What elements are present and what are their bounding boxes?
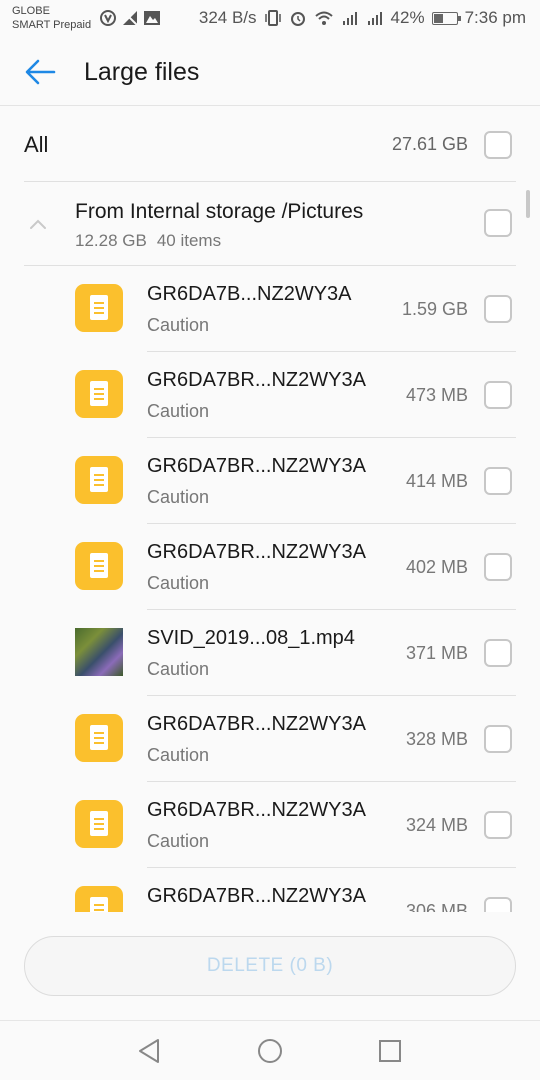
back-button[interactable] <box>20 54 60 90</box>
group-title: From Internal storage /Pictures <box>75 200 364 223</box>
file-label: Caution <box>147 659 210 679</box>
file-name: GR6DA7BR...NZ2WY3A <box>147 885 366 907</box>
network-speed: 324 B/s <box>198 8 257 27</box>
delete-button[interactable]: DELETE (0 B) <box>24 936 516 996</box>
vpn-icon <box>100 10 116 26</box>
file-name: GR6DA7BR...NZ2WY3A <box>147 799 366 821</box>
file-item-1[interactable]: GR6DA7B...NZ2WY3A Caution 1.59 GB <box>0 266 540 352</box>
file-list: GR6DA7B...NZ2WY3A Caution 1.59 GB GR6DA7… <box>0 266 540 912</box>
file-size: 473 MB <box>405 385 468 405</box>
file-size: 1.59 GB <box>401 299 468 319</box>
file-checkbox[interactable] <box>484 381 512 409</box>
select-all-label: All <box>24 132 49 157</box>
status-bar: GLOBE SMART Prepaid 324 B/s 42% 7:36 pm <box>0 0 540 38</box>
group-count: 40 items <box>156 231 222 250</box>
file-item-3[interactable]: GR6DA7BR...NZ2WY3A Caution 414 MB <box>0 438 540 524</box>
file-name: SVID_2019...08_1.mp4 <box>147 627 355 649</box>
battery-percent: 42% <box>390 8 425 27</box>
gallery-icon <box>144 11 160 25</box>
carrier-line-2: SMART Prepaid <box>12 19 92 31</box>
document-icon <box>75 714 123 762</box>
group-checkbox[interactable] <box>484 209 512 237</box>
clock: 7:36 pm <box>464 8 526 27</box>
select-all-row[interactable]: All 27.61 GB <box>0 110 540 180</box>
file-checkbox[interactable] <box>484 897 512 912</box>
file-label: Caution <box>147 831 210 851</box>
vibrate-icon <box>264 10 281 26</box>
nav-home-button[interactable] <box>254 1035 286 1067</box>
document-icon <box>75 800 123 848</box>
notification-icons <box>99 9 161 27</box>
file-name: GR6DA7BR...NZ2WY3A <box>147 455 366 477</box>
scrollbar[interactable] <box>526 190 530 218</box>
file-name: GR6DA7BR...NZ2WY3A <box>147 541 366 563</box>
select-all-checkbox[interactable] <box>484 131 512 159</box>
file-name: GR6DA7B...NZ2WY3A <box>147 283 352 305</box>
battery-icon <box>431 11 461 25</box>
file-size: 324 MB <box>405 815 468 835</box>
file-checkbox[interactable] <box>484 725 512 753</box>
group-meta: 12.28 GB 40 items <box>75 231 221 251</box>
file-label: Caution <box>147 487 210 507</box>
alarm-icon <box>290 12 305 26</box>
file-size: 328 MB <box>405 729 468 749</box>
file-checkbox[interactable] <box>484 811 512 839</box>
document-icon <box>75 456 123 504</box>
file-size: 414 MB <box>405 471 468 491</box>
file-checkbox[interactable] <box>484 553 512 581</box>
total-size: 27.61 GB <box>391 134 468 154</box>
video-thumbnail <box>75 628 123 676</box>
file-label: Caution <box>147 315 210 335</box>
collapse-button[interactable] <box>28 214 48 234</box>
file-size: 371 MB <box>405 643 468 663</box>
document-icon <box>75 886 123 912</box>
file-size: 402 MB <box>405 557 468 577</box>
file-name: GR6DA7BR...NZ2WY3A <box>147 713 366 735</box>
document-icon <box>75 284 123 332</box>
file-item-5[interactable]: SVID_2019...08_1.mp4 Caution 371 MB <box>0 610 540 696</box>
file-checkbox[interactable] <box>484 639 512 667</box>
carrier-line-1: GLOBE <box>12 5 50 17</box>
file-label: Caution <box>147 745 210 765</box>
file-item-8[interactable]: GR6DA7BR...NZ2WY3A 306 MB <box>0 868 540 912</box>
nav-back-button[interactable] <box>134 1035 166 1067</box>
navigation-bar <box>0 1020 540 1080</box>
document-icon <box>75 370 123 418</box>
signal-icon-2 <box>367 12 382 25</box>
file-item-4[interactable]: GR6DA7BR...NZ2WY3A Caution 402 MB <box>0 524 540 610</box>
triangle-back-icon <box>139 1039 159 1063</box>
file-label: Caution <box>147 573 210 593</box>
signal-icon-1 <box>342 12 357 25</box>
file-item-2[interactable]: GR6DA7BR...NZ2WY3A Caution 473 MB <box>0 352 540 438</box>
file-size: 306 MB <box>405 901 468 912</box>
file-checkbox[interactable] <box>484 467 512 495</box>
document-icon <box>75 542 123 590</box>
arrow-left-icon <box>25 59 56 85</box>
square-recents-icon <box>379 1040 401 1062</box>
chevron-up-icon <box>30 219 46 229</box>
app-bar: Large files <box>0 38 540 106</box>
file-name: GR6DA7BR...NZ2WY3A <box>147 369 366 391</box>
status-indicators: 324 B/s 42% 7:36 pm <box>199 8 526 28</box>
nav-recents-button[interactable] <box>374 1035 406 1067</box>
file-label: Caution <box>147 401 210 421</box>
page-title: Large files <box>84 58 200 86</box>
circle-home-icon <box>258 1039 282 1063</box>
group-header[interactable]: From Internal storage /Pictures 12.28 GB… <box>0 182 540 266</box>
wifi-icon <box>314 11 333 25</box>
no-signal-icon <box>122 10 138 26</box>
group-size: 12.28 GB <box>75 231 147 250</box>
file-item-6[interactable]: GR6DA7BR...NZ2WY3A Caution 328 MB <box>0 696 540 782</box>
carrier-info: GLOBE SMART Prepaid <box>12 4 91 32</box>
file-item-7[interactable]: GR6DA7BR...NZ2WY3A Caution 324 MB <box>0 782 540 868</box>
file-checkbox[interactable] <box>484 295 512 323</box>
